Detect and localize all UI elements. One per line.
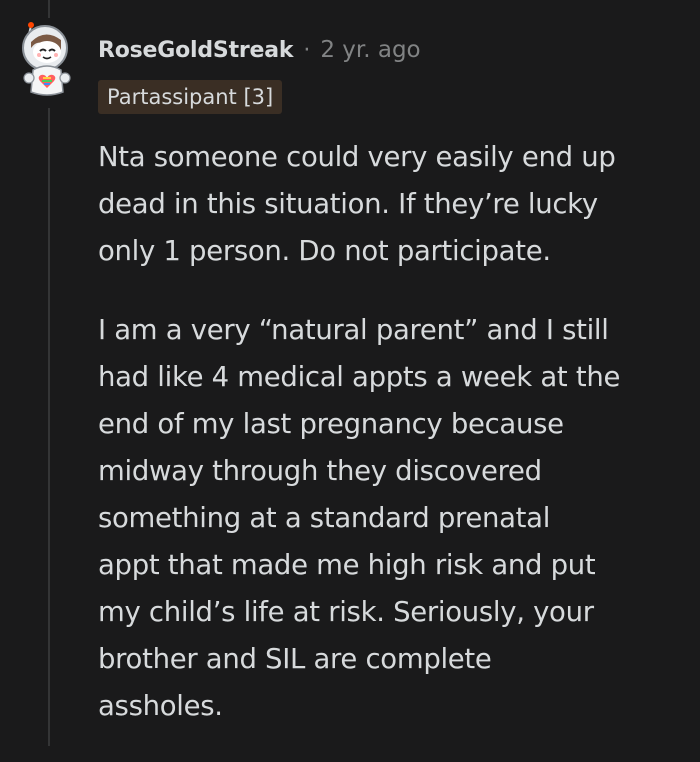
comment-line: assholes. [98,690,223,722]
comment-line: midway through they discovered [98,455,542,487]
comment-line: dead in this situation. If they’re lucky [98,188,598,220]
comment-line: appt that made me high risk and put [98,549,596,581]
user-flair: Partassipant [3] [98,80,283,114]
comment-line: something at a standard prenatal [98,502,551,534]
comment-line: end of my last pregnancy because [98,408,564,440]
timestamp[interactable]: 2 yr. ago [320,37,420,63]
comment-body: Nta someone could very easily end up dea… [98,134,688,762]
comment-line: only 1 person. Do not participate. [98,235,551,267]
comment-line: I am a very “natural parent” and I still [98,314,609,346]
snoo-astronaut-avatar-icon [22,22,71,96]
avatar[interactable] [17,22,79,98]
thread-line[interactable] [48,108,50,746]
comment-line: my child’s life at risk. Seriously, your [98,596,594,628]
comment-header: RoseGoldStreak · 2 yr. ago [98,30,421,70]
comment-line: brother and SIL are complete [98,643,492,675]
comment-line: Nta someone could very easily end up [98,141,616,173]
comment-line: had like 4 medical appts a week at the [98,361,621,393]
comment-paragraph: Nta someone could very easily end up dea… [98,134,688,275]
comment-paragraph: I am a very “natural parent” and I still… [98,307,688,730]
thread-line-top [48,0,50,18]
meta-separator: · [303,37,311,63]
username-link[interactable]: RoseGoldStreak [98,38,294,63]
